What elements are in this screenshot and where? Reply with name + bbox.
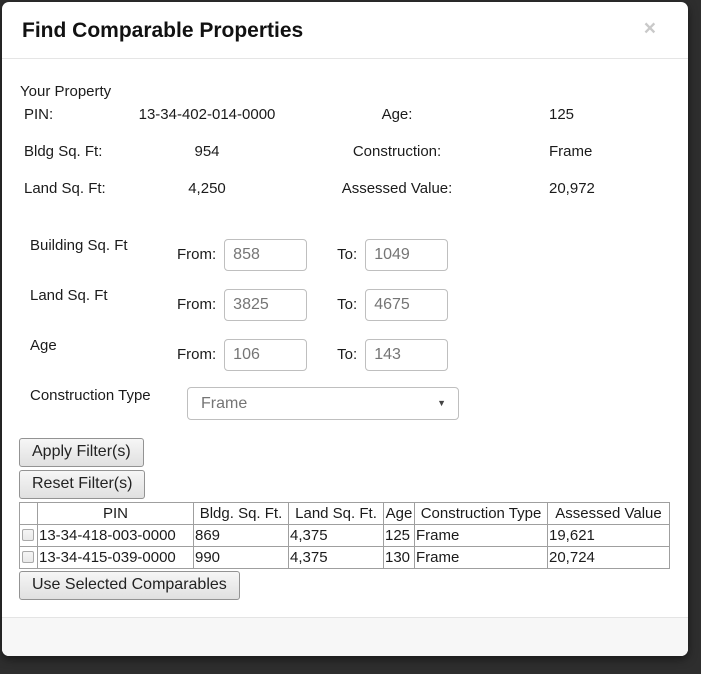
cell-construction: Frame	[415, 525, 548, 547]
land-sqft-to-input[interactable]	[365, 289, 448, 321]
filter-row-land-sqft: Land Sq. Ft From: To:	[19, 287, 671, 321]
modal-footer	[2, 617, 688, 656]
cell-age: 125	[384, 525, 415, 547]
table-header-row: PIN Bldg. Sq. Ft. Land Sq. Ft. Age Const…	[20, 503, 670, 525]
col-header-bldg-sqft: Bldg. Sq. Ft.	[194, 503, 289, 525]
filter-label: Age	[19, 337, 177, 355]
table-row: 13-34-418-003-0000 869 4,375 125 Frame 1…	[20, 525, 670, 547]
row-checkbox[interactable]	[22, 551, 34, 563]
construction-label: Construction:	[287, 143, 507, 160]
your-property-heading: Your Property	[19, 83, 671, 100]
building-sqft-from-input[interactable]	[224, 239, 307, 271]
from-label: From:	[177, 246, 216, 271]
find-comparables-modal: Find Comparable Properties × Your Proper…	[2, 2, 688, 656]
filter-row-age: Age From: To:	[19, 337, 671, 371]
filter-label: Land Sq. Ft	[19, 287, 177, 305]
filter-row-building-sqft: Building Sq. Ft From: To:	[19, 237, 671, 271]
cell-assessed: 20,724	[548, 547, 670, 569]
age-to-input[interactable]	[365, 339, 448, 371]
use-selected-comparables-button[interactable]: Use Selected Comparables	[19, 571, 240, 600]
cell-land: 4,375	[289, 547, 384, 569]
age-label: Age:	[287, 106, 507, 123]
construction-type-select[interactable]: Frame	[187, 387, 459, 420]
pin-value: 13-34-402-014-0000	[127, 106, 287, 123]
from-label: From:	[177, 296, 216, 321]
col-header-land-sqft: Land Sq. Ft.	[289, 503, 384, 525]
cell-age: 130	[384, 547, 415, 569]
filter-row-construction-type: Construction Type Frame ▼	[19, 387, 671, 420]
modal-body: Your Property PIN: 13-34-402-014-0000 Ag…	[2, 59, 688, 617]
cell-pin: 13-34-415-039-0000	[38, 547, 194, 569]
bldg-sqft-label: Bldg Sq. Ft:	[19, 143, 127, 160]
your-property-grid: PIN: 13-34-402-014-0000 Age: 125 Bldg Sq…	[19, 106, 671, 197]
checkbox-column-header	[20, 503, 38, 525]
assessed-value-value: 20,972	[507, 180, 671, 197]
modal-title: Find Comparable Properties	[22, 17, 303, 44]
comparables-table: PIN Bldg. Sq. Ft. Land Sq. Ft. Age Const…	[19, 502, 670, 569]
col-header-pin: PIN	[38, 503, 194, 525]
to-label: To:	[337, 246, 357, 271]
building-sqft-to-input[interactable]	[365, 239, 448, 271]
col-header-assessed: Assessed Value	[548, 503, 670, 525]
table-row: 13-34-415-039-0000 990 4,375 130 Frame 2…	[20, 547, 670, 569]
cell-bldg: 990	[194, 547, 289, 569]
land-sqft-value: 4,250	[127, 180, 287, 197]
reset-filters-button[interactable]: Reset Filter(s)	[19, 470, 145, 499]
land-sqft-label: Land Sq. Ft:	[19, 180, 127, 197]
cell-assessed: 19,621	[548, 525, 670, 547]
cell-construction: Frame	[415, 547, 548, 569]
modal-header: Find Comparable Properties ×	[2, 2, 688, 59]
col-header-construction: Construction Type	[415, 503, 548, 525]
age-from-input[interactable]	[224, 339, 307, 371]
construction-value: Frame	[507, 143, 671, 160]
from-label: From:	[177, 346, 216, 371]
bldg-sqft-value: 954	[127, 143, 287, 160]
age-value: 125	[507, 106, 671, 123]
to-label: To:	[337, 346, 357, 371]
pin-label: PIN:	[19, 106, 127, 123]
cell-pin: 13-34-418-003-0000	[38, 525, 194, 547]
to-label: To:	[337, 296, 357, 321]
cell-land: 4,375	[289, 525, 384, 547]
col-header-age: Age	[384, 503, 415, 525]
apply-filters-button[interactable]: Apply Filter(s)	[19, 438, 144, 467]
land-sqft-from-input[interactable]	[224, 289, 307, 321]
construction-type-label: Construction Type	[19, 387, 177, 405]
filter-label: Building Sq. Ft	[19, 237, 177, 255]
cell-bldg: 869	[194, 525, 289, 547]
row-checkbox[interactable]	[22, 529, 34, 541]
assessed-value-label: Assessed Value:	[287, 180, 507, 197]
close-icon[interactable]: ×	[638, 17, 662, 41]
